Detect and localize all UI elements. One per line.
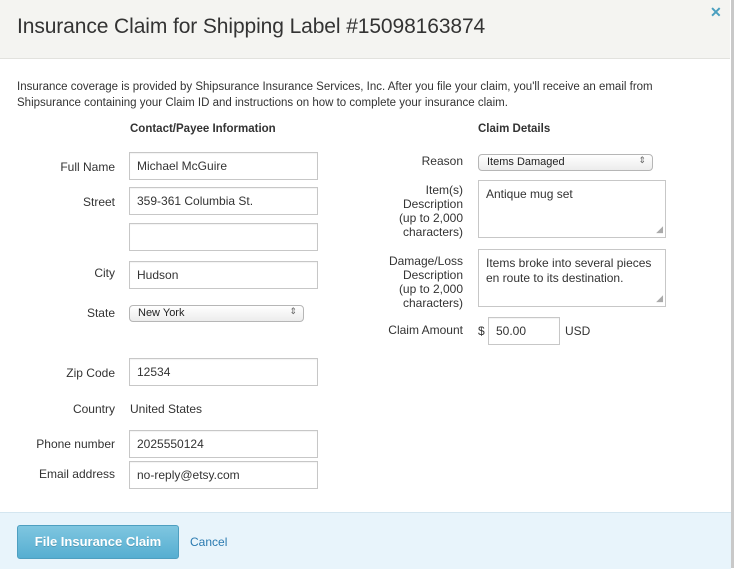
state-value: New York — [138, 307, 185, 319]
damage-desc-textarea[interactable]: Items broke into several pieces en route… — [478, 249, 666, 307]
resize-grip-icon[interactable]: ◢ — [656, 222, 663, 237]
phone-label: Phone number — [36, 437, 115, 451]
claim-amount-label: Claim Amount — [388, 323, 463, 337]
zip-input[interactable]: 12534 — [129, 358, 318, 386]
file-claim-button[interactable]: File Insurance Claim — [17, 525, 179, 559]
zip-label: Zip Code — [66, 366, 115, 380]
city-input[interactable]: Hudson — [129, 261, 318, 289]
intro-text: Insurance coverage is provided by Shipsu… — [17, 81, 653, 109]
label-line: Description — [402, 197, 463, 211]
items-desc-textarea[interactable]: Antique mug set ◢ — [478, 180, 666, 238]
full-name-input[interactable]: Michael McGuire — [129, 152, 318, 180]
resize-grip-icon[interactable]: ◢ — [656, 291, 663, 306]
claim-amount-input[interactable]: 50.00 — [488, 317, 560, 345]
reason-value: Items Damaged — [487, 156, 565, 168]
label-line: Item(s) — [425, 183, 463, 197]
currency-code: USD — [565, 324, 591, 338]
label-line: characters) — [402, 296, 463, 310]
label-line: (up to 2,000 — [398, 282, 463, 296]
full-name-label: Full Name — [60, 160, 115, 174]
street-input[interactable]: 359-361 Columbia St. — [129, 187, 318, 215]
updown-arrow-icon: ⇕ — [289, 306, 297, 316]
dialog-footer: File Insurance Claim Cancel — [0, 512, 731, 569]
items-desc-value: Antique mug set — [486, 187, 573, 201]
label-line: Damage/Loss — [388, 254, 463, 268]
claim-heading: Claim Details — [478, 123, 551, 135]
updown-arrow-icon: ⇕ — [638, 155, 646, 165]
phone-input[interactable]: 2025550124 — [129, 430, 318, 458]
label-line: characters) — [402, 225, 463, 239]
cancel-link[interactable]: Cancel — [190, 535, 227, 549]
state-select[interactable]: New York ⇕ — [129, 305, 304, 322]
country-label: Country — [72, 402, 115, 416]
state-label: State — [86, 306, 115, 320]
label-line: Description — [402, 268, 463, 282]
street-line2-input[interactable] — [129, 223, 318, 251]
dialog-header: Insurance Claim for Shipping Label #1509… — [0, 0, 730, 59]
email-label: Email address — [38, 467, 115, 481]
label-line: (up to 2,000 — [398, 211, 463, 225]
country-value: United States — [130, 402, 203, 416]
close-icon[interactable]: ✕ — [710, 4, 722, 21]
items-desc-label: Item(s) Description (up to 2,000 charact… — [380, 183, 463, 239]
city-label: City — [94, 266, 115, 280]
dialog-title: Insurance Claim for Shipping Label #1509… — [17, 15, 486, 38]
damage-desc-label: Damage/Loss Description (up to 2,000 cha… — [380, 254, 463, 310]
reason-select[interactable]: Items Damaged ⇕ — [478, 154, 653, 171]
currency-symbol: $ — [478, 324, 485, 338]
reason-label: Reason — [421, 154, 463, 168]
contact-heading: Contact/Payee Information — [130, 123, 276, 135]
email-input[interactable]: no-reply@etsy.com — [129, 461, 318, 489]
street-label: Street — [82, 195, 115, 209]
damage-desc-value: Items broke into several pieces en route… — [486, 256, 652, 285]
